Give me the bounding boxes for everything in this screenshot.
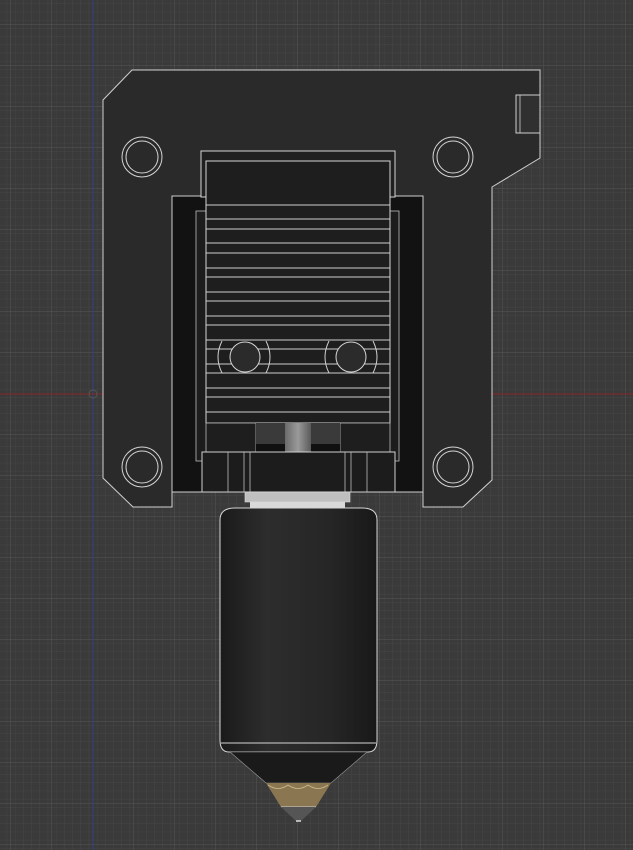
screw-icon [229, 341, 261, 373]
screw-icon [335, 341, 367, 373]
heatbreak[interactable] [205, 422, 391, 454]
silicone-sock[interactable] [219, 507, 378, 784]
viewport-canvas[interactable] [0, 0, 633, 850]
nut[interactable] [201, 451, 396, 493]
cad-viewport[interactable] [0, 0, 633, 850]
heatsink[interactable] [200, 150, 396, 424]
